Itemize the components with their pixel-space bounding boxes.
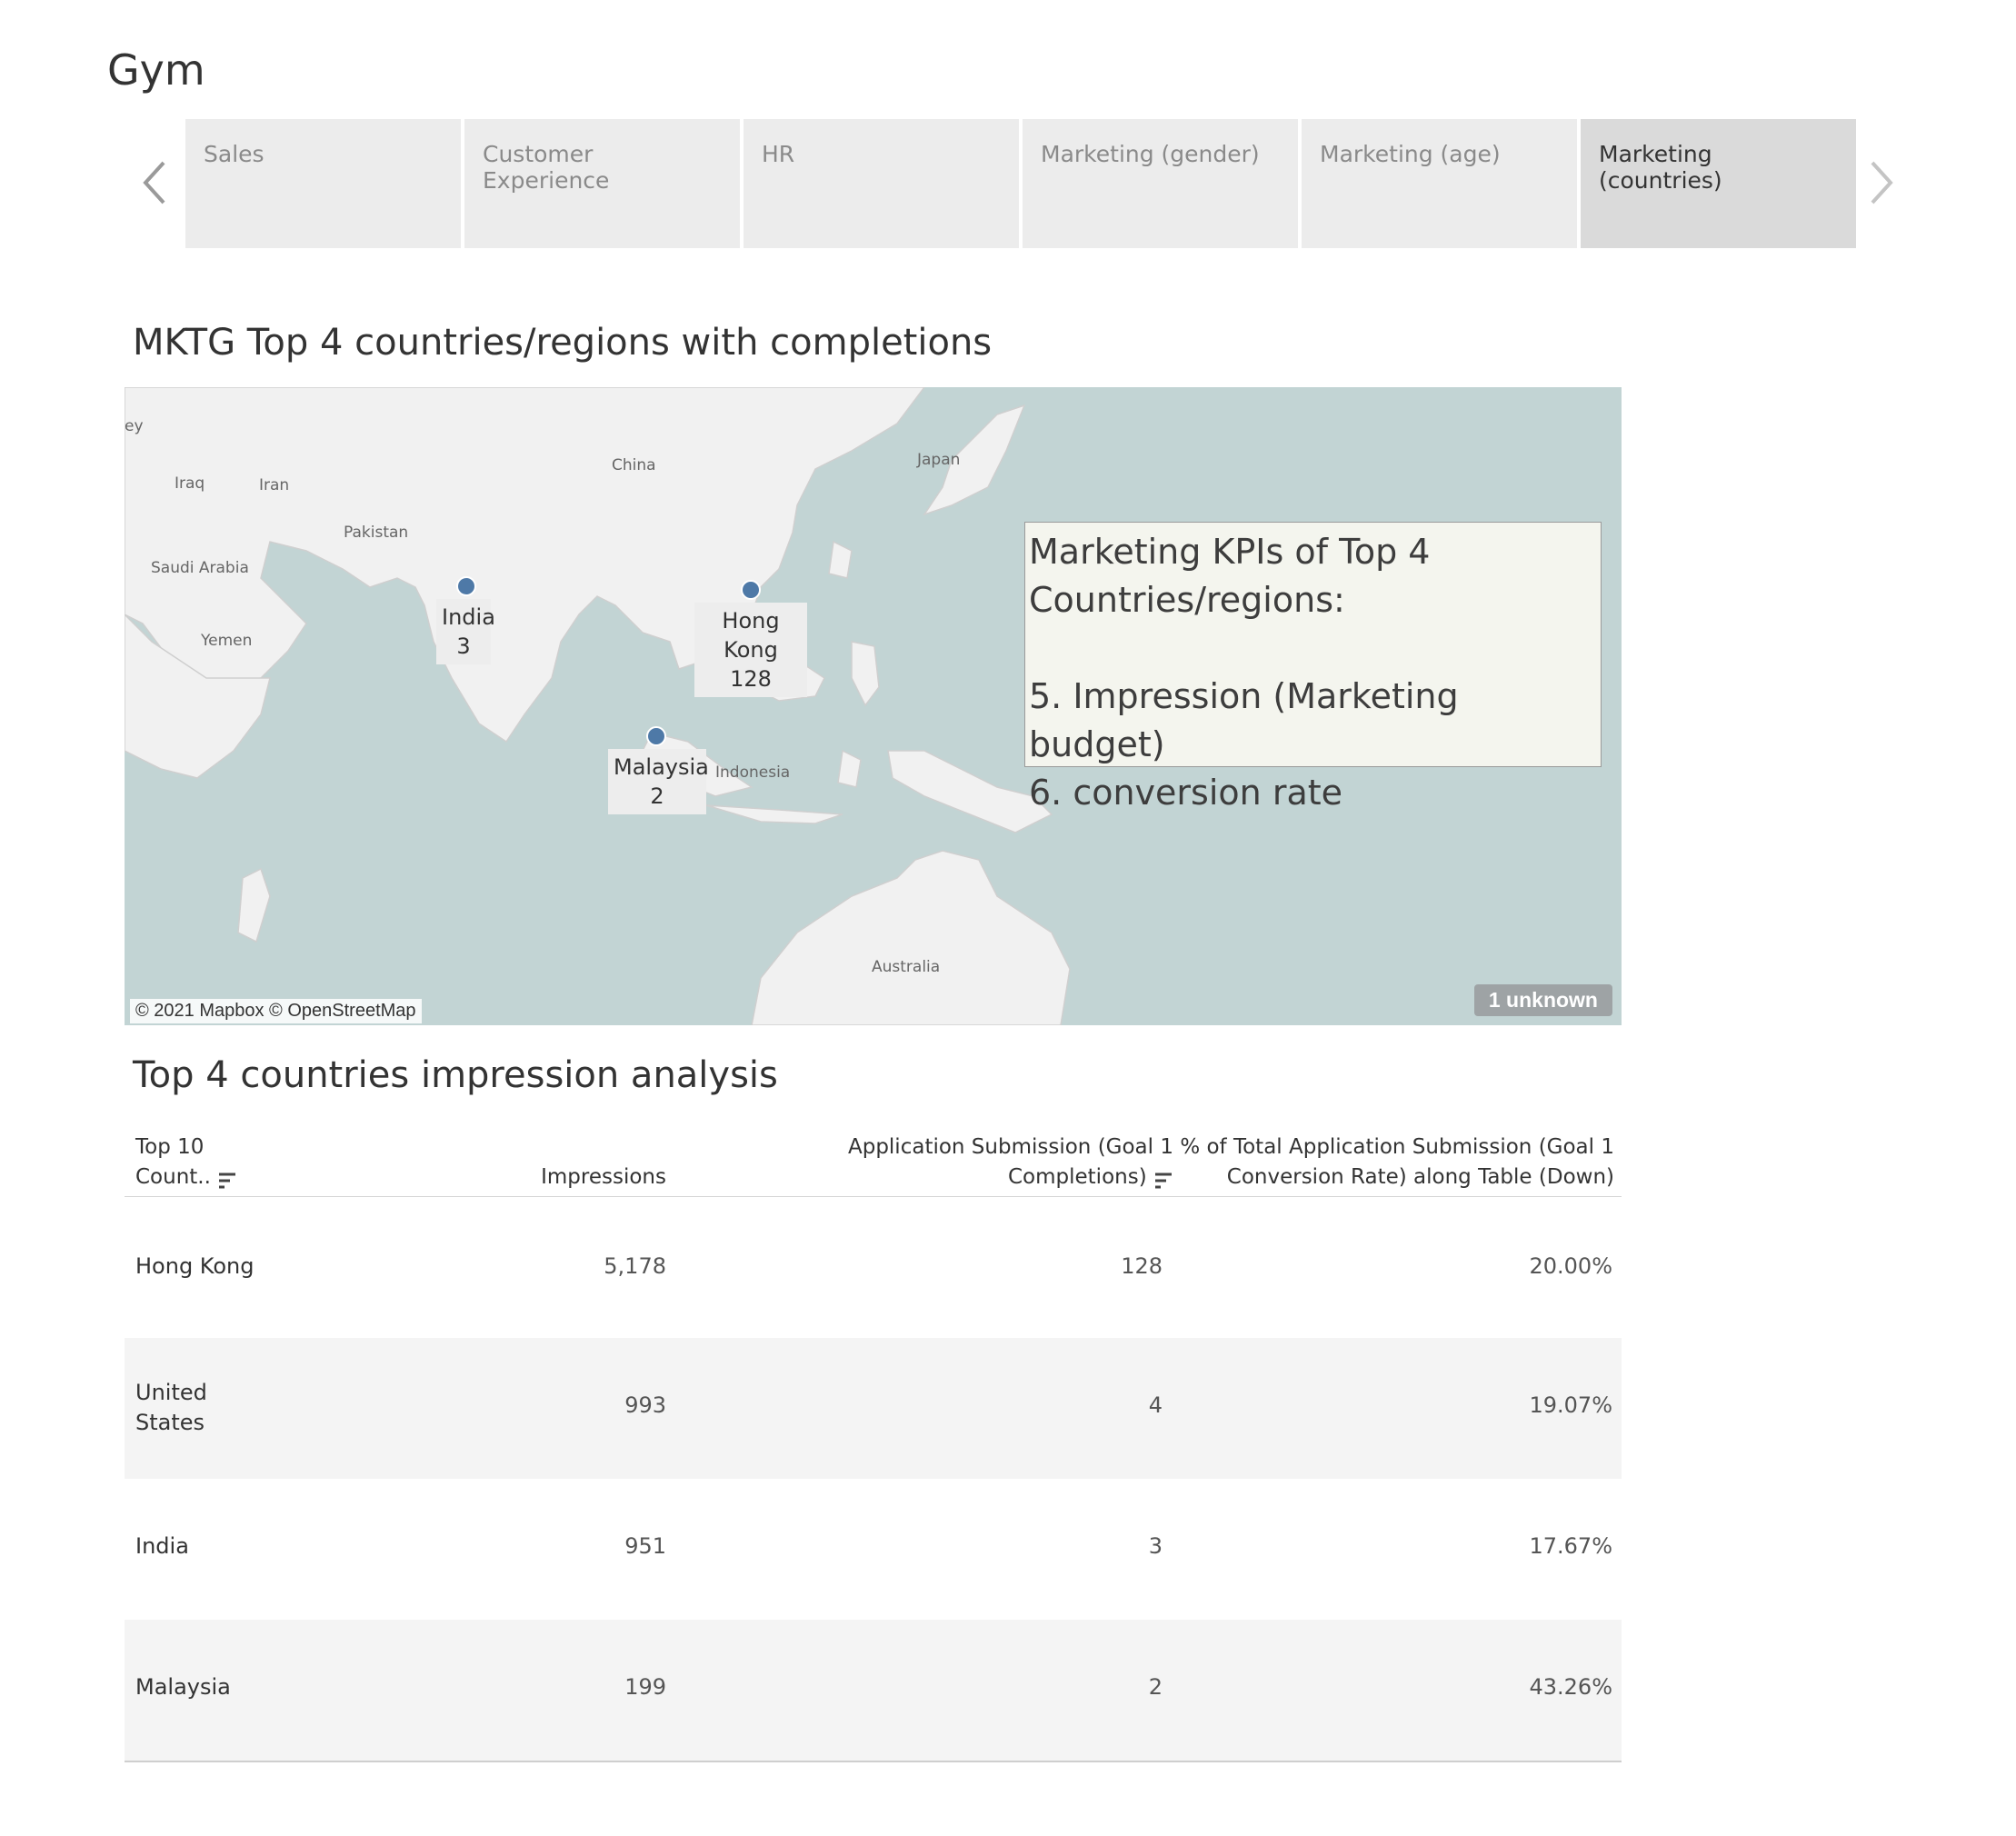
impressions-value: 5,178: [604, 1253, 666, 1279]
impressions-value: 993: [624, 1392, 666, 1418]
map-place-label: Yemen: [201, 632, 253, 650]
country-name: Malaysia: [135, 1674, 231, 1700]
map-marker-hong-kong[interactable]: [741, 580, 761, 600]
next-tab-arrow-icon[interactable]: [1861, 155, 1901, 210]
submissions-value: 4: [1148, 1392, 1163, 1418]
tab-marketing-age[interactable]: Marketing (age): [1302, 119, 1577, 248]
sort-icon[interactable]: [217, 1169, 237, 1188]
kpi-annotation-box: Marketing KPIs of Top 4 Countries/region…: [1024, 522, 1602, 813]
sort-icon[interactable]: [1153, 1169, 1173, 1188]
map-marker-india[interactable]: [456, 576, 476, 596]
map-place-label: Australia: [872, 958, 941, 976]
kpi-line: [1029, 624, 1597, 673]
tab-customer-experience[interactable]: Customer Experience: [464, 119, 740, 248]
dashboard-title: Gym: [107, 45, 205, 95]
impression-analysis-table: Top 10 Count.. Impressions Application S…: [125, 1123, 1622, 1762]
impressions-value: 951: [624, 1533, 666, 1559]
conversion-rate-value: 20.00%: [1529, 1253, 1612, 1279]
kpi-line: 5. Impression (Marketing budget): [1029, 676, 1459, 764]
submissions-value: 2: [1148, 1674, 1163, 1700]
unknown-locations-badge[interactable]: 1 unknown: [1473, 984, 1612, 1016]
conversion-rate-value: 17.67%: [1529, 1533, 1612, 1559]
country-name: United States: [135, 1380, 207, 1435]
previous-tab-arrow-icon[interactable]: [135, 155, 175, 210]
map-place-label: Japan: [917, 451, 961, 469]
map-place-label: Iraq: [175, 474, 205, 493]
map-place-label: Indonesia: [715, 763, 791, 782]
table-row: India 951 3 17.67%: [125, 1479, 1622, 1620]
country-name: India: [135, 1533, 189, 1559]
map-place-label: Pakistan: [344, 524, 409, 542]
country-name: Hong Kong: [135, 1253, 254, 1279]
map-place-label: Iran: [259, 476, 290, 494]
submissions-value: 3: [1148, 1533, 1163, 1559]
column-header-impressions[interactable]: Impressions: [541, 1162, 666, 1192]
map-attribution[interactable]: © 2021 Mapbox © OpenStreetMap: [130, 999, 422, 1023]
table-row: United States 993 4 19.07%: [125, 1338, 1622, 1479]
tab-marketing-gender[interactable]: Marketing (gender): [1023, 119, 1298, 248]
table-header: Top 10 Count.. Impressions Application S…: [125, 1123, 1622, 1197]
column-header-country[interactable]: Top 10 Count..: [135, 1133, 237, 1192]
submissions-value: 128: [1121, 1253, 1163, 1279]
map-place-label: China: [612, 456, 656, 474]
table-section-title: Top 4 countries impression analysis: [133, 1054, 778, 1096]
map-marker-label-hong-kong: Hong Kong 128: [694, 603, 807, 697]
map-place-label: Saudi Arabia: [151, 559, 249, 577]
kpi-line: Countries/regions:: [1029, 580, 1345, 620]
column-header-conversion-rate[interactable]: % of Total Application Submission (Goal …: [1180, 1133, 1614, 1192]
tab-sales[interactable]: Sales: [185, 119, 461, 248]
tab-hr[interactable]: HR: [744, 119, 1019, 248]
tab-marketing-countries[interactable]: Marketing (countries): [1581, 119, 1856, 248]
completions-map[interactable]: ey Iraq Iran China Japan Pakistan Saudi …: [125, 387, 1622, 1025]
map-marker-malaysia[interactable]: [646, 726, 666, 746]
conversion-rate-value: 43.26%: [1529, 1674, 1612, 1700]
conversion-rate-value: 19.07%: [1529, 1392, 1612, 1418]
table-row: Malaysia 199 2 43.26%: [125, 1620, 1622, 1761]
kpi-line: 6. conversion rate: [1029, 773, 1343, 813]
impressions-value: 199: [624, 1674, 666, 1700]
kpi-line: Marketing KPIs of Top 4: [1029, 532, 1431, 572]
map-place-label: ey: [125, 417, 144, 435]
column-header-submissions[interactable]: Application Submission (Goal 1 Completio…: [848, 1133, 1173, 1192]
table-row: Hong Kong 5,178 128 20.00%: [125, 1197, 1622, 1338]
map-marker-label-malaysia: Malaysia 2: [608, 749, 709, 814]
map-section-title: MKTG Top 4 countries/regions with comple…: [133, 322, 993, 364]
dashboard-tab-bar: Sales Customer Experience HR Marketing (…: [0, 119, 2016, 248]
table-bottom-border: [125, 1761, 1622, 1762]
map-marker-label-india: India 3: [436, 599, 495, 664]
